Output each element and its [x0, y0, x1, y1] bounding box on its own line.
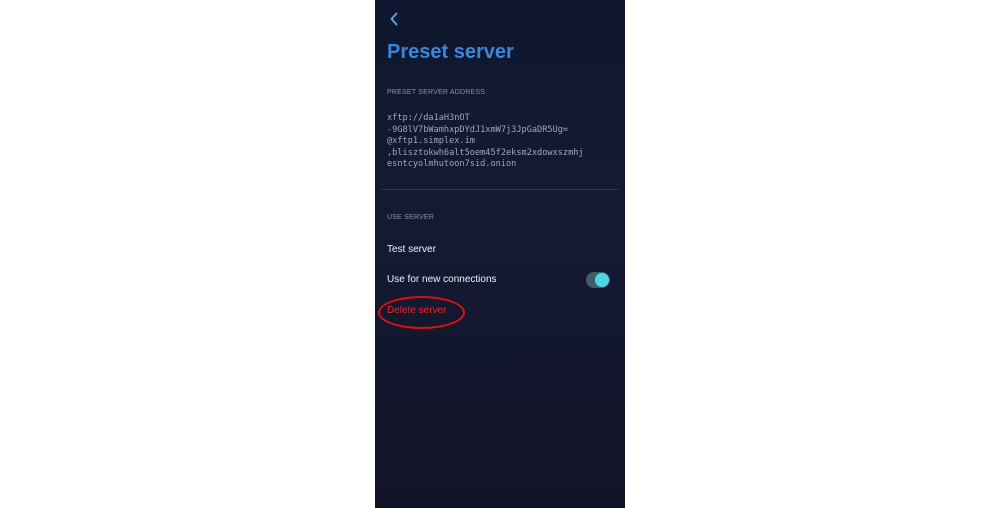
toggle-knob: [595, 273, 609, 287]
app-screen: Preset server PRESET SERVER ADDRESS xftp…: [375, 0, 625, 508]
use-server-section-label: USE SERVER: [387, 214, 434, 221]
chevron-left-icon: [390, 12, 398, 26]
test-server-button[interactable]: Test server: [387, 244, 436, 255]
back-button[interactable]: [385, 10, 403, 28]
preset-address-section-label: PRESET SERVER ADDRESS: [387, 89, 486, 96]
page-title: Preset server: [387, 41, 514, 63]
server-address-text: xftp://da1aH3nOT -9G8lV7bWamhxpDYdJ1xmW7…: [387, 113, 584, 170]
use-for-new-connections-toggle[interactable]: [586, 272, 610, 288]
section-divider: [381, 189, 619, 190]
use-for-new-connections-label: Use for new connections: [387, 274, 497, 285]
delete-server-button[interactable]: Delete server: [387, 305, 446, 316]
